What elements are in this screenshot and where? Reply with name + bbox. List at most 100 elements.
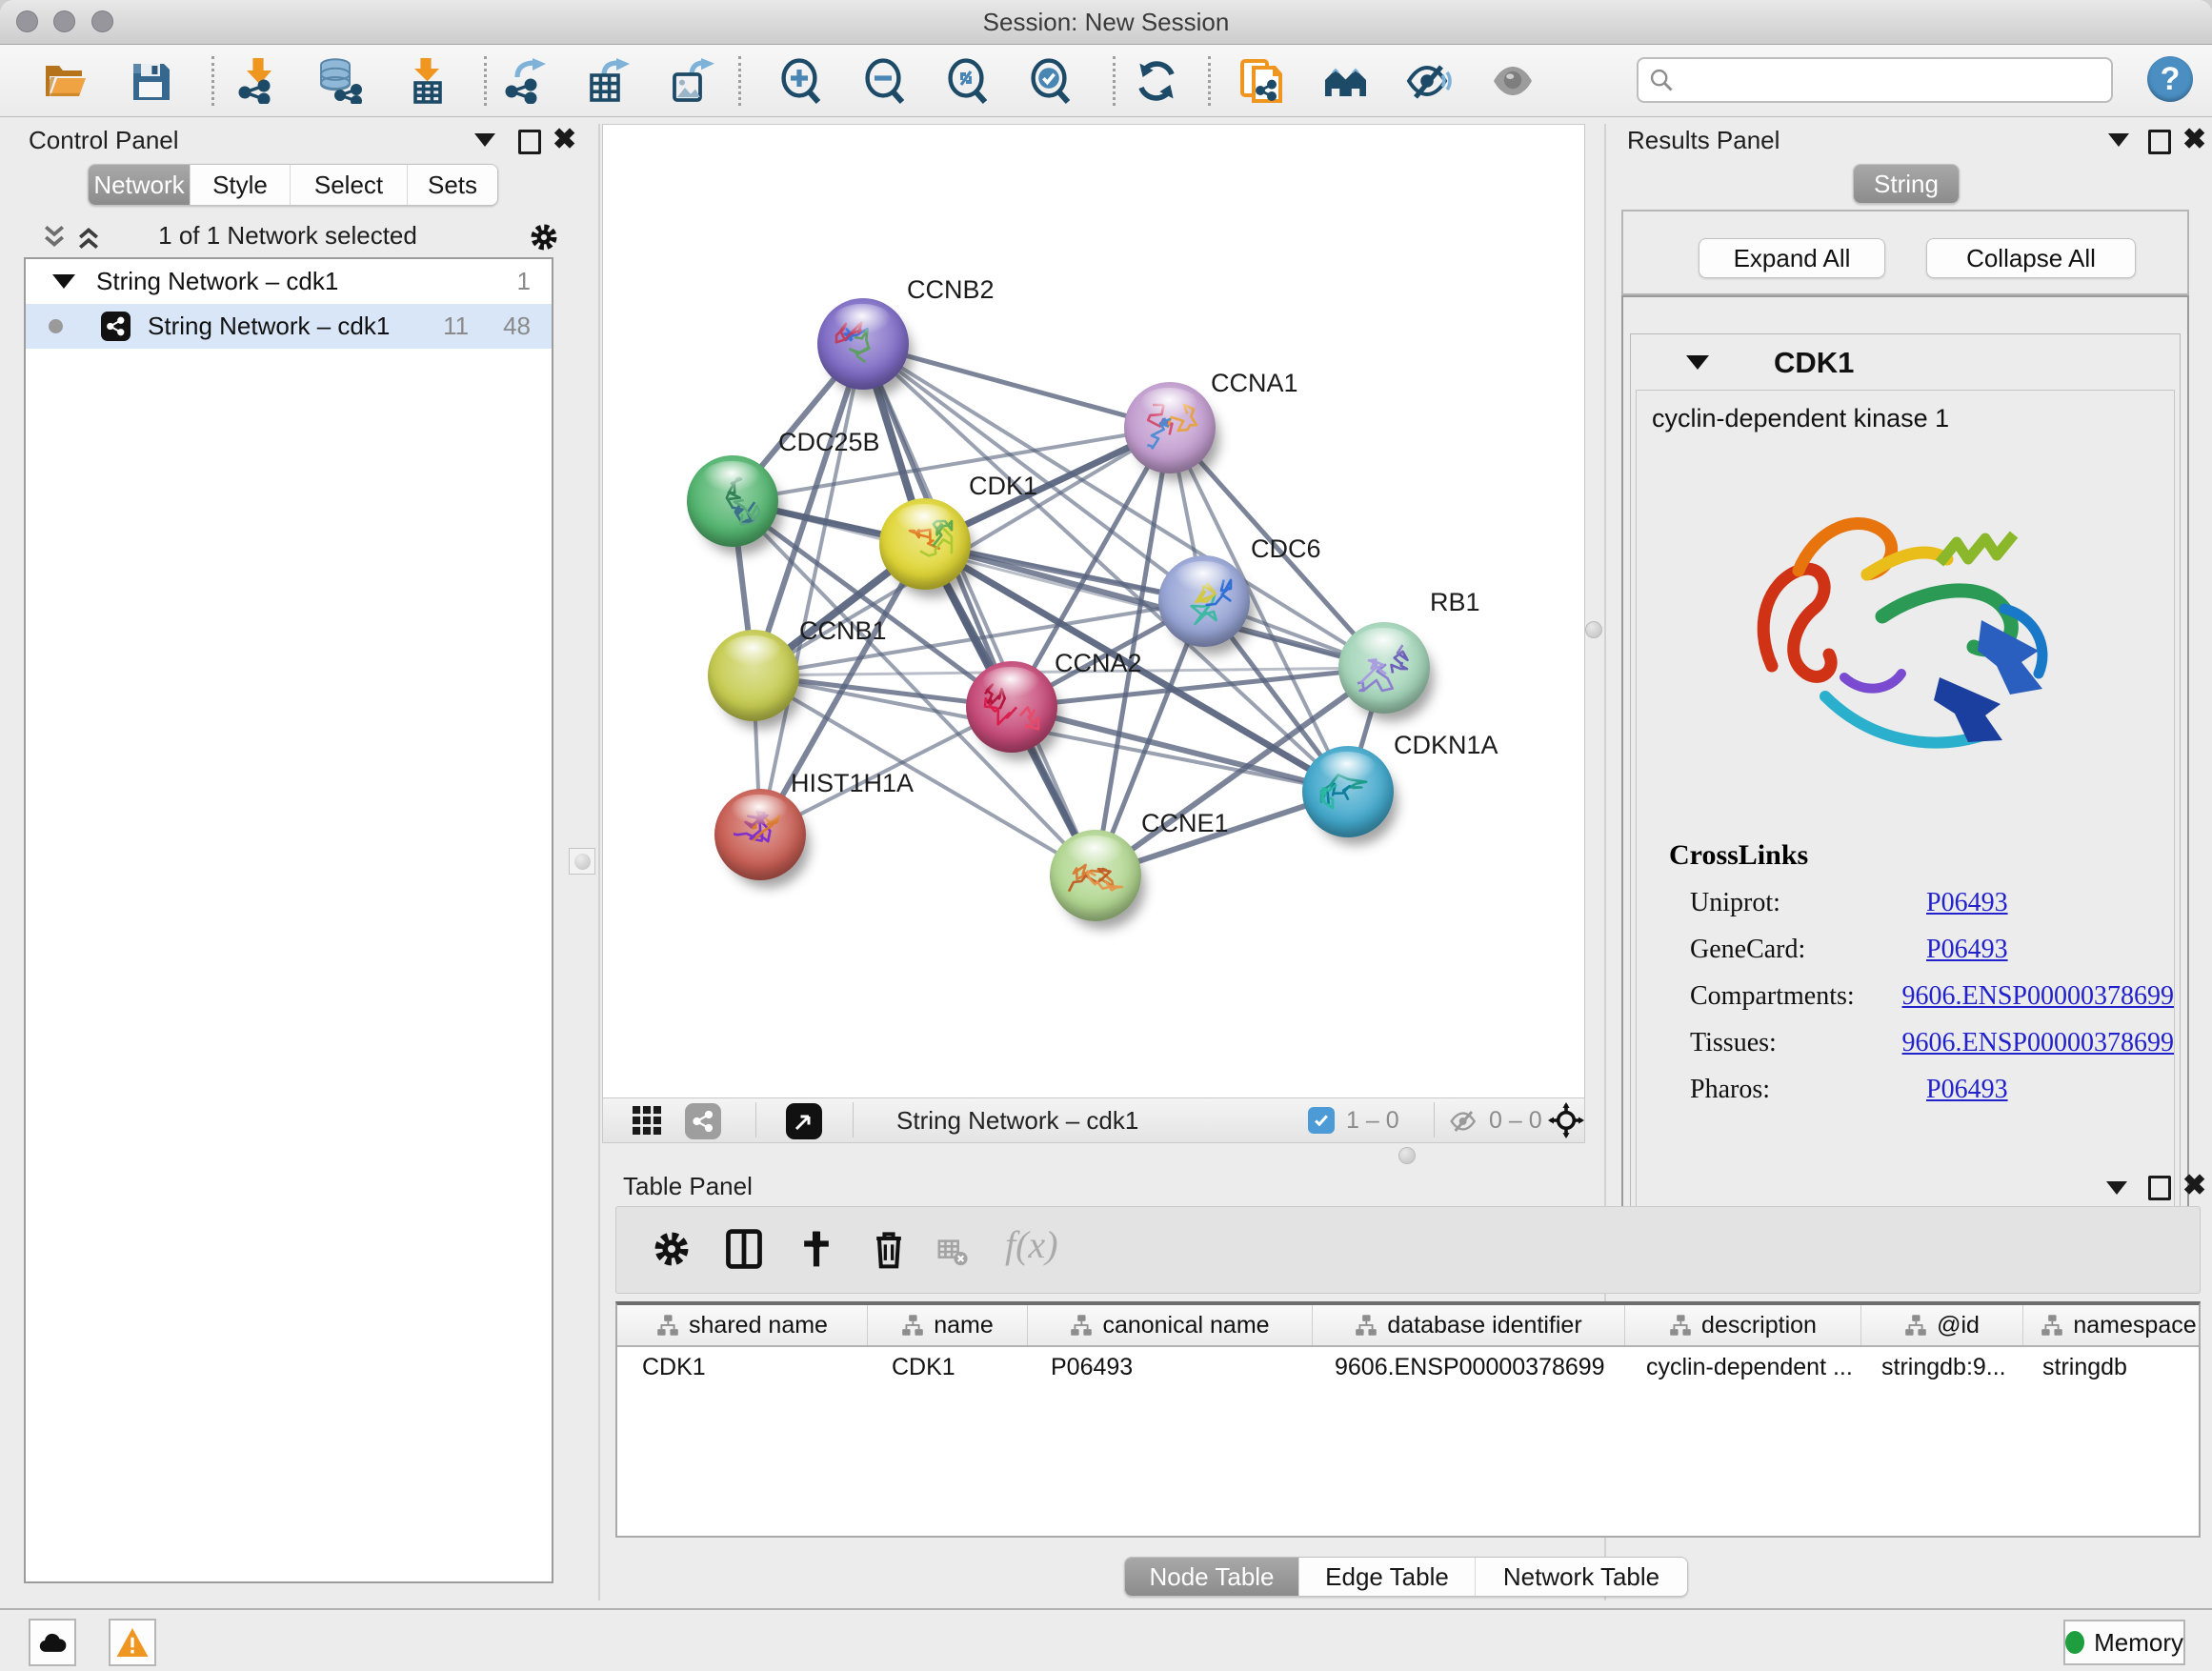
network-node-cdk1[interactable] [879, 498, 971, 590]
open-file-icon[interactable] [38, 54, 91, 108]
network-tree: String Network – cdk1 1 String Network –… [24, 257, 553, 1583]
right-splitter-handle[interactable] [1585, 621, 1602, 638]
memory-button[interactable]: Memory [2063, 1620, 2185, 1665]
crosslink-value-link[interactable]: P06493 [1926, 888, 2008, 918]
selected-checkbox-icon[interactable] [1308, 1107, 1335, 1134]
zoom-out-icon[interactable] [858, 54, 912, 108]
column-header-name[interactable]: name [868, 1305, 1028, 1345]
panel-close-icon[interactable]: ✖ [2182, 126, 2206, 154]
show-columns-icon[interactable] [723, 1228, 765, 1270]
clone-network-icon[interactable] [1235, 54, 1288, 108]
column-header-description[interactable]: description [1625, 1305, 1861, 1345]
import-table-icon[interactable] [399, 54, 452, 108]
first-neighbors-icon[interactable] [1319, 54, 1373, 108]
grid-view-icon[interactable] [630, 1103, 664, 1137]
crosslink-value-link[interactable]: P06493 [1926, 1075, 2008, 1105]
table-cell[interactable]: stringdb:9... [1857, 1347, 2018, 1387]
crosslink-label: Uniprot: [1690, 888, 1926, 918]
network-edge[interactable] [1012, 707, 1348, 792]
network-node-ccnb1[interactable] [708, 630, 799, 721]
tab-node-table[interactable]: Node Table [1125, 1558, 1298, 1596]
search-input[interactable] [1682, 61, 2105, 97]
export-table-icon[interactable] [581, 54, 634, 108]
panel-float-icon[interactable] [2148, 1176, 2171, 1200]
help-icon[interactable]: ? [2147, 56, 2193, 102]
hide-selected-icon[interactable] [1402, 54, 1456, 108]
table-cell[interactable]: 9606.ENSP00000378699 [1310, 1347, 1621, 1387]
network-node-ccne1[interactable] [1050, 830, 1141, 921]
panel-float-icon[interactable] [518, 130, 541, 154]
network-view-canvas[interactable]: CCNB2CCNA1CDC25BCDK1CDC6RB1CCNB1CCNA2CDK… [602, 124, 1585, 1098]
network-edge[interactable] [760, 344, 863, 835]
zoom-in-icon[interactable] [774, 54, 828, 108]
network-node-ccna1[interactable] [1124, 382, 1216, 473]
zoom-fit-icon[interactable] [941, 54, 995, 108]
result-entry-header[interactable]: CDK1 [1631, 334, 2180, 390]
network-node-ccnb2[interactable] [817, 298, 909, 390]
collapse-arrow-icon[interactable] [52, 274, 75, 289]
column-header-databaseidentifier[interactable]: database identifier [1313, 1305, 1625, 1345]
network-node-cdc25b[interactable] [687, 455, 778, 547]
export-image-icon[interactable] [665, 54, 718, 108]
network-node-cdkn1a[interactable] [1302, 746, 1394, 837]
hidden-eye-icon[interactable] [1449, 1106, 1479, 1137]
panel-menu-icon[interactable] [2106, 1181, 2127, 1195]
left-splitter[interactable] [598, 124, 600, 1601]
column-header-id[interactable]: @id [1861, 1305, 2023, 1345]
tab-network[interactable]: Network [89, 165, 190, 205]
column-header-sharedname[interactable]: shared name [617, 1305, 868, 1345]
panel-close-icon[interactable]: ✖ [553, 126, 576, 154]
zoom-selected-icon[interactable] [1024, 54, 1077, 108]
collapse-all-button[interactable]: Collapse All [1926, 238, 2136, 278]
collapse-entry-icon[interactable] [1686, 355, 1709, 370]
export-network-icon[interactable] [498, 54, 552, 108]
add-column-icon[interactable] [795, 1228, 837, 1270]
sphere-highlight [1066, 836, 1123, 867]
network-node-hist1h1a[interactable] [714, 789, 806, 880]
save-session-icon[interactable] [124, 54, 177, 108]
table-cell[interactable]: P06493 [1026, 1347, 1310, 1387]
delete-column-icon[interactable] [868, 1228, 910, 1270]
tab-network-table[interactable]: Network Table [1475, 1558, 1687, 1596]
panel-menu-icon[interactable] [474, 133, 495, 147]
left-splitter-handle[interactable] [569, 848, 595, 875]
birds-eye-view-icon[interactable] [786, 1103, 822, 1139]
network-row[interactable]: String Network – cdk1 11 48 [26, 304, 552, 349]
table-cell[interactable]: stringdb [2018, 1347, 2201, 1387]
table-cell[interactable]: CDK1 [867, 1347, 1026, 1387]
network-collection-row[interactable]: String Network – cdk1 1 [26, 259, 552, 304]
tab-style[interactable]: Style [190, 165, 290, 205]
crosslink-value-link[interactable]: 9606.ENSP00000378699 [1902, 981, 2174, 1012]
show-all-icon[interactable] [1486, 54, 1539, 108]
table-cell[interactable]: CDK1 [617, 1347, 867, 1387]
table-cell[interactable]: cyclin-dependent ... [1621, 1347, 1857, 1387]
panel-float-icon[interactable] [2148, 130, 2171, 154]
table-row[interactable]: CDK1CDK1P064939606.ENSP00000378699cyclin… [617, 1347, 2199, 1387]
node-label: CDK1 [969, 472, 1037, 501]
results-list-box: CDK1 cyclin-dependent kinase 1 [1621, 295, 2189, 1267]
import-network-icon[interactable] [231, 54, 285, 108]
panel-menu-icon[interactable] [2108, 133, 2129, 147]
warnings-button[interactable] [109, 1619, 156, 1666]
column-header-canonicalname[interactable]: canonical name [1028, 1305, 1313, 1345]
network-node-ccna2[interactable] [966, 661, 1057, 753]
bottom-splitter-handle[interactable] [1398, 1147, 1416, 1164]
refresh-icon[interactable] [1130, 54, 1183, 108]
network-node-rb1[interactable] [1338, 622, 1430, 714]
fit-selected-icon[interactable] [1548, 1102, 1584, 1138]
tab-sets[interactable]: Sets [407, 165, 497, 205]
column-header-namespace[interactable]: namespace [2023, 1305, 2201, 1345]
crosslink-value-link[interactable]: 9606.ENSP00000378699 [1902, 1028, 2174, 1058]
expand-all-button[interactable]: Expand All [1699, 238, 1885, 278]
tab-edge-table[interactable]: Edge Table [1298, 1558, 1475, 1596]
tab-string[interactable]: String [1854, 165, 1959, 203]
gear-icon[interactable] [651, 1228, 693, 1270]
network-view-icon[interactable] [685, 1103, 721, 1139]
panel-close-icon[interactable]: ✖ [2182, 1172, 2206, 1200]
gear-icon[interactable] [528, 221, 560, 253]
import-network-from-database-icon[interactable] [312, 54, 366, 108]
network-node-cdc6[interactable] [1158, 555, 1250, 647]
cloud-button[interactable] [29, 1619, 76, 1666]
crosslink-value-link[interactable]: P06493 [1926, 935, 2008, 965]
tab-select[interactable]: Select [290, 165, 407, 205]
